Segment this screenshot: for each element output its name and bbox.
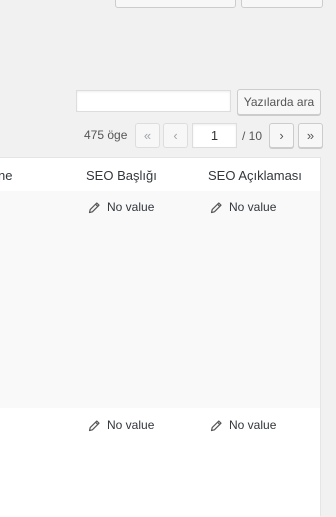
next-page-button[interactable]: › — [269, 123, 294, 148]
pencil-icon — [210, 419, 222, 431]
pencil-icon — [88, 201, 100, 213]
total-pages: / 10 — [242, 129, 263, 143]
seo-description-cell[interactable]: No value — [210, 200, 276, 214]
seo-title-value: No value — [107, 418, 155, 432]
column-header-seo-description[interactable]: SEO Açıklaması — [208, 168, 302, 183]
items-count: 475 öge — [84, 128, 128, 142]
pencil-icon — [210, 201, 222, 213]
column-header-date[interactable]: ne — [0, 168, 12, 183]
seo-description-cell[interactable]: No value — [210, 418, 276, 432]
current-page-input[interactable] — [192, 123, 237, 148]
posts-table: ne SEO Başlığı SEO Açıklaması No value N… — [0, 157, 321, 517]
seo-description-value: No value — [229, 200, 277, 214]
first-page-button: « — [135, 123, 160, 148]
pencil-icon — [88, 419, 100, 431]
top-action-button-2[interactable] — [241, 0, 323, 8]
top-action-button-1[interactable] — [115, 0, 236, 8]
seo-title-value: No value — [107, 200, 155, 214]
table-row: No value No value — [0, 191, 320, 408]
table-header: ne SEO Başlığı SEO Açıklaması — [0, 158, 320, 192]
table-row: No value No value — [0, 409, 320, 517]
column-header-seo-title[interactable]: SEO Başlığı — [86, 168, 157, 183]
search-posts-button[interactable]: Yazılarda ara — [237, 89, 321, 115]
last-page-button[interactable]: » — [298, 123, 323, 148]
seo-title-cell[interactable]: No value — [88, 418, 154, 432]
prev-page-button: ‹ — [163, 123, 188, 148]
search-input[interactable] — [76, 90, 231, 112]
seo-title-cell[interactable]: No value — [88, 200, 154, 214]
seo-description-value: No value — [229, 418, 277, 432]
